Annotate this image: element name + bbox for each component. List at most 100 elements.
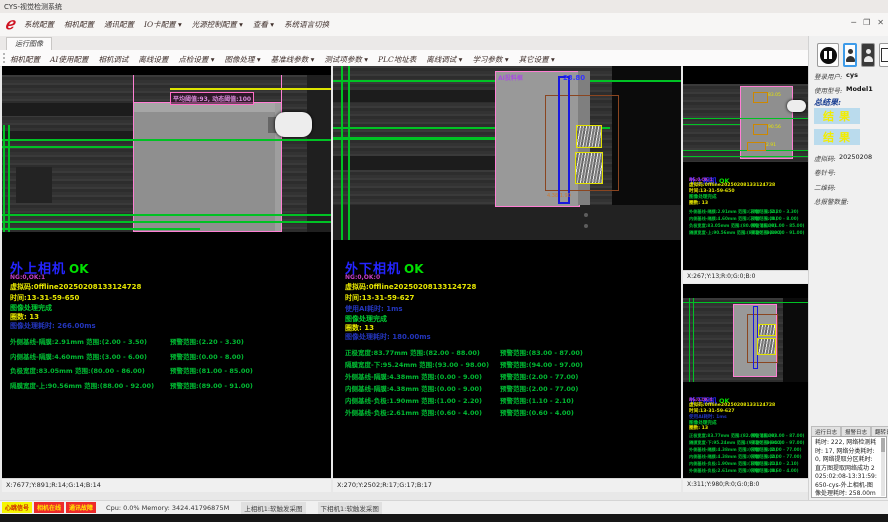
menu-item[interactable]: 系统配置	[24, 19, 54, 30]
warning-range: 预警范围:(89.00 - 91.00)	[170, 380, 253, 395]
exit-button[interactable]	[879, 43, 888, 67]
guide-line-vertical	[348, 66, 350, 240]
measurement-row: 负极宽度:83.05mm 范围:(80.00 - 86.00) 预警范围:(81…	[689, 223, 806, 230]
thumbnail-view-lower[interactable]: 外下相机OK NG:0,OK:0 虚拟码:0ffline202502081331…	[683, 284, 808, 478]
guide-line-vertical	[341, 66, 343, 240]
title-bar: CYS-视觉检测系统	[0, 0, 888, 14]
measurement-value: 内侧基线-负极:1.90mm 范围:(1.00 - 2.20)	[345, 395, 500, 407]
close-icon[interactable]: ✕	[877, 18, 884, 27]
roi-box	[747, 142, 766, 151]
measurement-value: 内侧基线-隔膜:4.60mm 范围:(3.00 - 6.00)	[689, 216, 751, 223]
log-scrollbar[interactable]	[881, 438, 885, 496]
minimize-icon[interactable]: ─	[851, 18, 856, 27]
menu-item[interactable]: 光源控制配置 ▾	[192, 19, 243, 30]
measurement-value: 负极宽度:83.05mm 范围:(80.00 - 86.00)	[689, 223, 751, 230]
guide-line	[2, 228, 200, 230]
measurement-value: 隔膜宽度-上:90.56mm 范围:(88.00 - 92.00)	[10, 380, 170, 395]
result-ok-badge: OK	[404, 262, 424, 276]
guide-line	[333, 137, 495, 140]
connector-tab	[787, 100, 806, 112]
measurement-row: 外侧基线-负极:2.61mm 范围:(0.60 - 4.00) 预警范围:(0.…	[345, 407, 675, 419]
toolbar-item[interactable]: 基准线参数 ▾	[271, 54, 315, 65]
toolbar-item[interactable]: 相机调试	[98, 54, 128, 65]
toolbar-item[interactable]: 图像处理 ▾	[225, 54, 261, 65]
guide-line	[2, 214, 331, 216]
exit-door-icon	[881, 48, 888, 62]
result-box: 结果	[814, 129, 860, 145]
measurement-value: 隔膜宽度-上:90.56mm 范围:(88.00 - 92.00)	[689, 230, 751, 237]
measurement-row: 内侧基线-隔膜:4.38mm 范围:(0.00 - 9.00) 预警范围:(2.…	[345, 383, 675, 395]
guide-line-vertical	[3, 125, 5, 232]
menu-item[interactable]: 系统语言切换	[284, 19, 329, 30]
warning-range: 预警范围:(81.00 - 85.00)	[170, 365, 253, 380]
measurement-row: 内侧基线-隔膜:4.38mm 范围:(0.00 - 9.00) 预警范围:(2.…	[689, 454, 806, 461]
toolbar-item[interactable]: 测试项参数 ▾	[324, 54, 368, 65]
measurement-row: 隔膜宽度-上:90.56mm 范围:(88.00 - 92.00) 预警范围:(…	[689, 230, 806, 237]
restore-icon[interactable]: ❐	[863, 18, 870, 27]
operator-login-button[interactable]	[843, 43, 857, 67]
measurement-value: 正极宽度:83.77mm 范围:(82.00 - 88.00)	[689, 433, 751, 440]
roi-label: 90.56	[768, 125, 781, 130]
measurement-row: 外侧基线-隔膜:2.91mm 范围:(2.00 - 3.50) 预警范围:(2.…	[689, 209, 806, 216]
measurement-row: 负极宽度:83.05mm 范围:(80.00 - 86.00) 预警范围:(81…	[10, 365, 325, 380]
measurement-row: 内侧基线-负极:1.90mm 范围:(1.00 - 2.20) 预警范围:(1.…	[345, 395, 675, 407]
scrollbar-thumb[interactable]	[881, 438, 885, 452]
camera-view-upper[interactable]: 平均阈值:93, 动态阈值:100 外上相机OK NG:0,OK:1 虚拟码:0…	[2, 66, 331, 478]
process-elapsed: 图像处理耗时: 180.00ms	[345, 332, 431, 342]
measurement-list: 外侧基线-隔膜:2.91mm 范围:(2.00 - 3.50) 预警范围:(2.…	[689, 209, 806, 237]
log-output[interactable]: 耗时: 222, 网络检测耗时: 17, 网络分类耗时: 0, 网络提取分区耗时…	[811, 436, 887, 498]
cursor-status-upper: X:7677;Y:891;R:14;G:14;B:14	[2, 478, 331, 492]
toolbar-item[interactable]: AI使用配置	[50, 54, 88, 65]
defect-box	[757, 338, 776, 355]
measurement-row: 内侧基线-隔膜:4.60mm 范围:(3.00 - 6.00) 预警范围:(0.…	[689, 216, 806, 223]
machinery-band	[2, 103, 133, 116]
measurement-row: 外侧基线-隔膜:2.91mm 范围:(2.00 - 3.50) 预警范围:(2.…	[10, 336, 325, 351]
guide-line-vertical	[693, 298, 694, 382]
qr-code-label: 二维码:	[814, 182, 836, 192]
cursor-status-thumb1: X:267;Y:13;R:0;G:0;B:0	[683, 270, 808, 283]
rivet	[584, 213, 588, 217]
warning-range: 预警范围:(89.00 - 91.00)	[751, 230, 804, 237]
toolbar-item[interactable]: 离线设置	[138, 54, 168, 65]
ai-elapsed: 使用AI耗时: 1ms	[345, 304, 403, 314]
thumbnail-view-upper[interactable]: 83.05 90.56 2.91 外上相机OK NG:0,OK:1 虚拟码:0f…	[683, 66, 808, 270]
toolbar-item[interactable]: 点检设置 ▾	[178, 54, 214, 65]
pause-icon	[820, 47, 837, 64]
warning-range: 预警范围:(2.00 - 77.00)	[751, 447, 801, 454]
status-badge: 心跳信号	[2, 502, 32, 513]
process-elapsed: 图像处理耗时: 266.00ms	[10, 321, 96, 331]
toolbar-grip[interactable]	[3, 53, 7, 63]
guide-line-vertical	[8, 125, 10, 232]
toolbar-item[interactable]: PLC地址表	[378, 54, 416, 65]
result-box: 结果	[814, 108, 860, 124]
measurement-row: 内侧基线-负极:1.90mm 范围:(1.00 - 2.20) 预警范围:(1.…	[689, 461, 806, 468]
cpu-memory-text: Cpu: 0.0% Memory: 3424.41796875M	[106, 504, 229, 512]
admin-user-button[interactable]	[861, 43, 875, 67]
measurement-row: 外侧基线-负极:2.61mm 范围:(0.60 - 4.00) 预警范围:(0.…	[689, 468, 806, 475]
guide-line	[2, 139, 331, 141]
toolbar-item[interactable]: 学习参数 ▾	[472, 54, 508, 65]
warning-range: 预警范围:(0.00 - 8.00)	[751, 216, 799, 223]
menu-item[interactable]: 查看 ▾	[253, 19, 274, 30]
pause-button[interactable]	[817, 43, 839, 67]
tab-run-image[interactable]: 运行图像	[6, 37, 52, 51]
guide-line	[2, 146, 133, 148]
total-result-boxes: 结果结果	[814, 108, 860, 150]
guide-line	[2, 221, 331, 223]
camera-view-lower[interactable]: AI投料框 23.80 4.38 1.90 外下相机OK NG:0,OK:0 虚…	[333, 66, 681, 478]
person-icon	[846, 49, 855, 62]
toolbar-item[interactable]: 离线调试 ▾	[426, 54, 462, 65]
ai-result-note: 4.38 1.90	[547, 193, 571, 199]
menu-item[interactable]: 通讯配置	[104, 19, 134, 30]
warning-range: 预警范围:(2.00 - 77.00)	[500, 371, 578, 383]
thumbnail-image-upper: 83.05 90.56 2.91	[683, 84, 808, 162]
model-value[interactable]: Model1	[846, 85, 873, 93]
login-user-label: 登录用户:	[814, 71, 842, 81]
menu-item[interactable]: 相机配置	[64, 19, 94, 30]
ng-ok-counts: NG:0,OK:1	[10, 274, 45, 281]
menu-item[interactable]: IO卡配置 ▾	[144, 19, 182, 30]
toolbar-item[interactable]: 相机配置	[10, 54, 40, 65]
measurement-row: 隔膜宽度-下:95.24mm 范围:(93.00 - 98.00) 预警范围:(…	[345, 359, 675, 371]
toolbar-item[interactable]: 其它设置 ▾	[519, 54, 555, 65]
cursor-status-lower: X:270;Y:2502;R:17;G:17;B:17	[333, 478, 681, 492]
